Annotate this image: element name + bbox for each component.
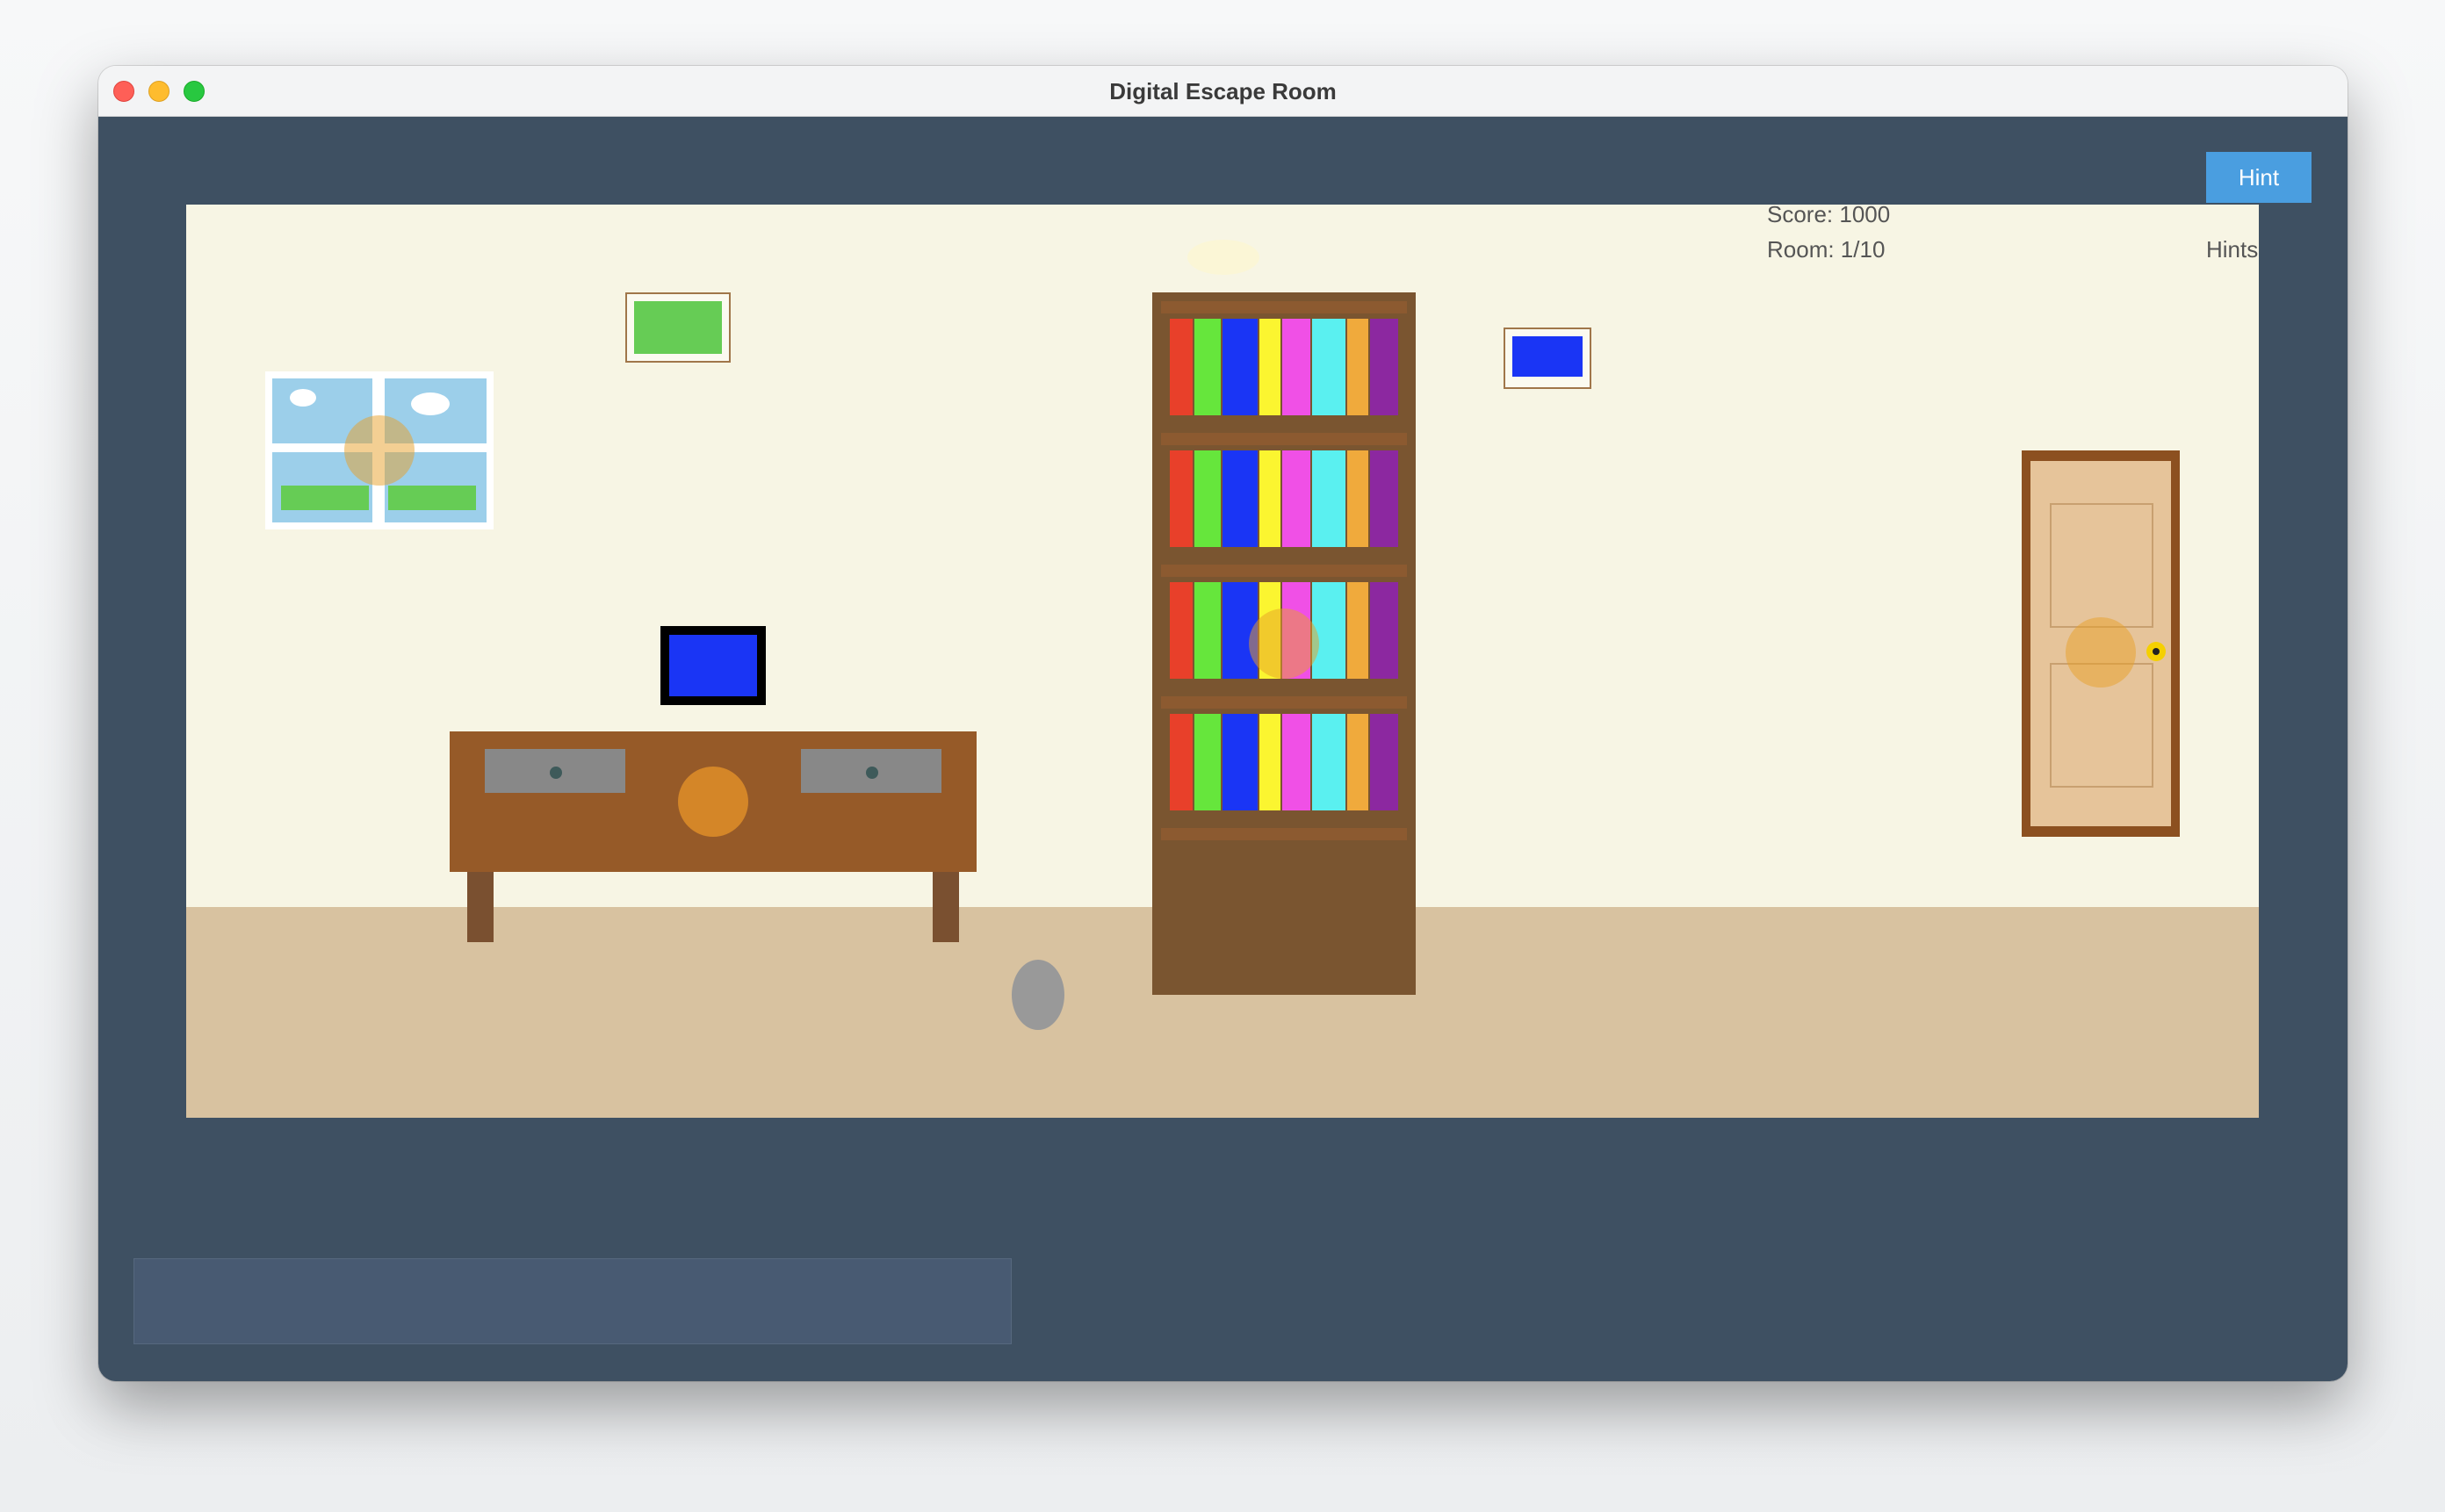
exit-door[interactable] [2022, 450, 2180, 837]
bookshelf-hotspot[interactable] [1249, 608, 1319, 679]
drawer-knob [550, 767, 562, 779]
book[interactable] [1222, 714, 1258, 810]
book[interactable] [1194, 582, 1221, 679]
shelf [1161, 301, 1407, 313]
picture-art [634, 301, 722, 354]
book[interactable] [1259, 714, 1280, 810]
room-counter: Room: 1/10 [1767, 236, 1886, 263]
book[interactable] [1312, 714, 1345, 810]
book[interactable] [1194, 450, 1221, 547]
score-display: Score: 1000 [1767, 205, 1891, 227]
window-title: Digital Escape Room [1109, 78, 1337, 104]
book[interactable] [1170, 450, 1193, 547]
blue-picture[interactable] [1504, 328, 1591, 389]
shelf [1161, 696, 1407, 709]
desk-drawer-right[interactable] [801, 749, 941, 793]
computer[interactable] [660, 626, 766, 705]
shelf [1161, 433, 1407, 445]
door-surface [2030, 461, 2171, 826]
door-hotspot[interactable] [2066, 617, 2136, 688]
book[interactable] [1282, 319, 1310, 415]
computer-screen [669, 635, 757, 696]
book[interactable] [1347, 450, 1368, 547]
cloud [411, 392, 450, 415]
book[interactable] [1194, 319, 1221, 415]
grass [281, 486, 369, 510]
desk-hotspot[interactable] [678, 767, 748, 837]
book[interactable] [1222, 319, 1258, 415]
shelf [1161, 828, 1407, 840]
book[interactable] [1312, 582, 1345, 679]
window-hotspot[interactable] [344, 415, 415, 486]
game-area: Hint Score: 1000 Room: 1/10 Hints [98, 117, 2348, 1381]
grass [388, 486, 476, 510]
book[interactable] [1170, 714, 1193, 810]
book[interactable] [1370, 714, 1398, 810]
ceiling-lamp[interactable] [1187, 240, 1259, 275]
shelf [1161, 565, 1407, 577]
book[interactable] [1170, 582, 1193, 679]
rock[interactable] [1012, 960, 1064, 1030]
book[interactable] [1347, 319, 1368, 415]
book[interactable] [1347, 714, 1368, 810]
green-picture[interactable] [625, 292, 731, 363]
door-knob[interactable] [2146, 642, 2166, 661]
app-window: Digital Escape Room Hint Score: 1000 Roo… [98, 66, 2348, 1381]
book[interactable] [1259, 450, 1280, 547]
hints-counter: Hints [2206, 236, 2259, 263]
room-scene[interactable]: Score: 1000 Room: 1/10 Hints [186, 205, 2259, 1118]
book[interactable] [1312, 450, 1345, 547]
drawer-knob [866, 767, 878, 779]
title-bar: Digital Escape Room [98, 66, 2348, 117]
book[interactable] [1370, 450, 1398, 547]
book[interactable] [1370, 582, 1398, 679]
book[interactable] [1170, 319, 1193, 415]
room-window[interactable] [265, 371, 494, 529]
bookshelf[interactable] [1152, 292, 1416, 995]
desk[interactable] [450, 731, 977, 872]
book[interactable] [1222, 450, 1258, 547]
book[interactable] [1312, 319, 1345, 415]
book[interactable] [1370, 319, 1398, 415]
message-box [133, 1258, 1012, 1344]
book[interactable] [1282, 450, 1310, 547]
book[interactable] [1347, 582, 1368, 679]
picture-art [1512, 336, 1583, 377]
book[interactable] [1282, 714, 1310, 810]
book[interactable] [1259, 319, 1280, 415]
door-panel [2050, 503, 2153, 628]
cloud [290, 389, 316, 407]
book[interactable] [1194, 714, 1221, 810]
desk-drawer-left[interactable] [485, 749, 625, 793]
hint-button[interactable]: Hint [2206, 152, 2312, 203]
